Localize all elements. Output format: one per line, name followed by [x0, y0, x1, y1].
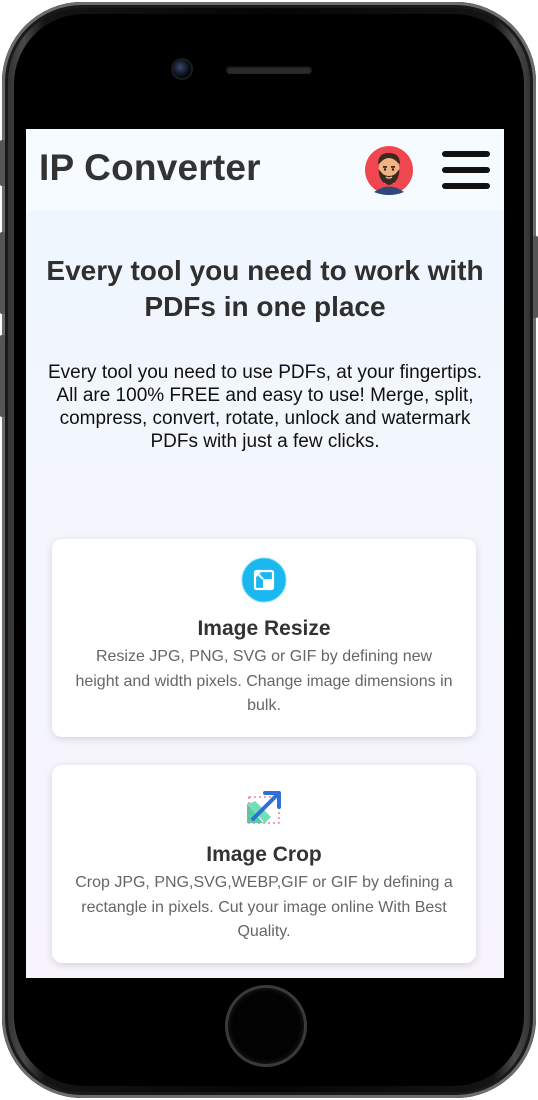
image-resize-icon	[241, 557, 287, 603]
power-button	[533, 236, 538, 318]
tool-title: Image Crop	[206, 843, 322, 866]
volume-up-button	[0, 232, 5, 314]
tool-card-image-crop[interactable]: Image Crop Crop JPG, PNG,SVG,WEBP,GIF or…	[52, 765, 476, 963]
hero-title-line: PDFs in one place	[144, 291, 386, 322]
front-camera	[173, 60, 191, 78]
tool-description: Crop JPG, PNG,SVG,WEBP,GIF or GIF by def…	[75, 874, 453, 940]
hero-title-line: Every tool you need to work with	[46, 255, 484, 286]
earpiece-speaker	[226, 66, 312, 74]
site-logo[interactable]: IP Converter	[39, 147, 261, 189]
image-crop-icon	[247, 791, 281, 824]
tool-title: Image Resize	[197, 617, 331, 640]
tool-card-image-resize[interactable]: Image Resize Resize JPG, PNG, SVG or GIF…	[52, 539, 476, 737]
tool-description: Resize JPG, PNG, SVG or GIF by defining …	[75, 648, 453, 714]
hamburger-menu-icon[interactable]	[440, 149, 492, 191]
menu-bar	[442, 151, 490, 157]
volume-down-button	[0, 335, 5, 417]
menu-bar	[442, 183, 490, 189]
mute-switch	[0, 140, 5, 186]
menu-bar	[442, 167, 490, 173]
header: IP Converter	[26, 129, 504, 211]
hero-description: Every tool you need to use PDFs, at your…	[47, 362, 483, 452]
home-button	[228, 988, 304, 1064]
hero-title: Every tool you need to work with PDFs in…	[26, 253, 504, 325]
avatar-icon[interactable]	[364, 145, 414, 195]
phone-screen: IP Converter Every tool you need to work…	[26, 129, 504, 978]
